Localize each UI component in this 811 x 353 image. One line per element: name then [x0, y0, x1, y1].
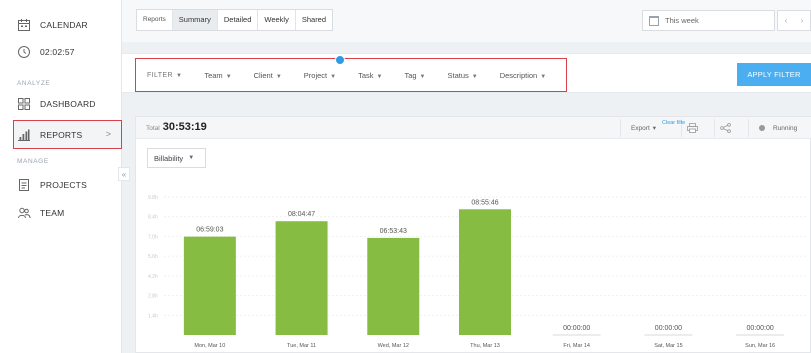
sidebar-item-label: PROJECTS: [40, 180, 87, 190]
x-tick-label: Fri, Mar 14: [563, 343, 590, 349]
chevron-right-icon: >: [105, 129, 111, 139]
caret-down-icon: ▼: [330, 73, 337, 80]
caret-down-icon: ▼: [419, 73, 426, 80]
filter-team[interactable]: Team ▼: [204, 71, 231, 80]
x-tick-label: Thu, Mar 13: [470, 343, 500, 349]
caret-down-icon: ▼: [176, 72, 183, 79]
report-tabs: Reports Summary Detailed Weekly Shared: [136, 9, 334, 31]
caret-down-icon: ▼: [275, 73, 282, 80]
date-nav: ‹ ›: [777, 10, 811, 31]
y-tick-label: 5.6h: [148, 254, 158, 260]
filter-dropdowns: FILTER ▼ Team ▼ Client ▼ Project ▼ Task ▼ Tag…: [135, 58, 567, 92]
y-tick-label: 9.8h: [148, 195, 158, 201]
bar-value-label: 00:00:00: [563, 325, 590, 332]
x-tick-label: Tue, Mar 11: [287, 343, 316, 349]
y-tick-label: 7.0h: [148, 234, 158, 240]
bar-value-label: 06:53:43: [380, 228, 407, 235]
report-panel: Total 30:53:19 Export ▾ Running Billabili…: [135, 116, 811, 353]
y-tick-label: 4.2h: [148, 274, 158, 280]
sidebar-item-dashboard[interactable]: DASHBOARD: [17, 94, 96, 114]
filter-title: FILTER ▼: [147, 71, 183, 79]
dashboard-icon: [17, 97, 31, 111]
section-heading-manage: MANAGE: [17, 158, 49, 165]
bar-value-label: 08:55:46: [471, 199, 498, 206]
collapse-sidebar-button[interactable]: «: [118, 167, 130, 181]
caret-down-icon: ▼: [225, 73, 232, 80]
sidebar-item-projects[interactable]: PROJECTS: [17, 175, 87, 195]
filter-status[interactable]: Status ▼: [448, 71, 478, 80]
apply-filter-button[interactable]: APPLY FILTER: [737, 63, 811, 86]
caret-down-icon: ▼: [540, 73, 547, 80]
bar-value-label: 00:00:00: [747, 325, 774, 332]
section-heading-analyze: ANALYZE: [17, 80, 51, 87]
filter-task[interactable]: Task ▼: [358, 71, 382, 80]
summary-bar-chart: 1.4h 2.8h 4.2h 5.6h 7.0h 8.4h 9.8h 06:59:03 Mon,…: [148, 195, 806, 349]
caret-down-icon: ▼: [376, 73, 383, 80]
tab-summary[interactable]: Summary: [172, 10, 218, 30]
sidebar-item-team[interactable]: TEAM: [17, 203, 64, 223]
timer-value: 02:02:57: [40, 47, 75, 57]
chart-bar: [367, 237, 420, 335]
y-tick-label: 2.8h: [148, 294, 158, 300]
sidebar-item-label: CALENDAR: [40, 20, 88, 30]
filter-description[interactable]: Description ▼: [500, 71, 546, 80]
calendar-icon: [649, 15, 659, 26]
x-tick-label: Sun, Mar 16: [745, 343, 775, 349]
caret-down-icon: ▼: [471, 73, 478, 80]
chart-bar: [183, 236, 236, 335]
date-range-label: This week: [665, 16, 699, 25]
filter-client[interactable]: Client ▼: [254, 71, 282, 80]
y-tick-label: 1.4h: [148, 313, 158, 319]
tab-detailed[interactable]: Detailed: [218, 10, 259, 30]
bar-value-label: 00:00:00: [655, 325, 682, 332]
sidebar-item-calendar[interactable]: CALENDAR: [17, 15, 88, 35]
tab-shared[interactable]: Shared: [296, 10, 332, 30]
filter-project[interactable]: Project ▼: [304, 71, 336, 80]
team-icon: [17, 206, 31, 220]
tab-weekly[interactable]: Weekly: [258, 10, 296, 30]
bar-chart-icon: [17, 128, 31, 142]
date-range-picker[interactable]: This week: [642, 10, 775, 31]
clock-icon: [17, 45, 31, 59]
bar-value-label: 06:59:03: [196, 227, 223, 234]
chart-bar: [459, 209, 511, 335]
calendar-icon: [17, 18, 31, 32]
chart-bar: [275, 221, 328, 335]
sidebar: CALENDAR 02:02:57 ANALYZE DASHBOARD > RE…: [0, 0, 122, 353]
y-tick-label: 8.4h: [148, 215, 158, 221]
sidebar-item-timer[interactable]: 02:02:57: [17, 42, 75, 62]
filter-bar: FILTER ▼ Team ▼ Client ▼ Project ▼ Task ▼ Tag…: [122, 53, 811, 93]
tab-reports[interactable]: Reports: [137, 10, 173, 30]
clear-filter-link[interactable]: Clear filte: [662, 120, 685, 126]
x-tick-label: Sat, Mar 15: [654, 343, 682, 349]
prev-week-button[interactable]: ‹: [785, 16, 788, 25]
filter-tag[interactable]: Tag ▼: [404, 71, 425, 80]
report-tabs-bar: Reports Summary Detailed Weekly Shared T…: [122, 0, 811, 42]
document-icon: [17, 178, 31, 192]
sidebar-item-label: REPORTS: [40, 130, 83, 140]
x-tick-label: Wed, Mar 12: [378, 343, 409, 349]
x-tick-label: Mon, Mar 10: [194, 343, 225, 349]
sidebar-item-reports-content[interactable]: REPORTS: [17, 125, 82, 145]
bar-value-label: 08:04:47: [288, 211, 315, 218]
next-week-button[interactable]: ›: [801, 16, 804, 25]
active-filter-indicator: [335, 55, 345, 65]
sidebar-item-label: TEAM: [40, 208, 65, 218]
sidebar-item-label: DASHBOARD: [40, 99, 96, 109]
